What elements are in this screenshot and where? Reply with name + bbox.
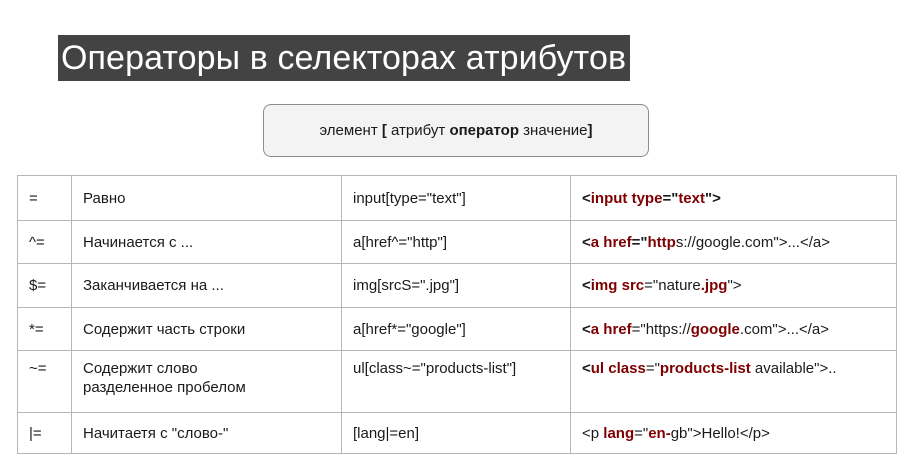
operator-cell: ^= — [17, 220, 72, 264]
table-row: $= Заканчивается на ... img[srcS=".jpg"]… — [17, 263, 897, 308]
table-row: = Равно input[type="text"] <input type="… — [17, 175, 897, 221]
html-token: < — [582, 233, 591, 251]
html-example-cell: <a href="https://google.com">...</a> — [570, 307, 897, 351]
html-example-cell: <a href="https://google.com">...</a> — [570, 220, 897, 264]
table-row: |= Начитаетя с "слово-" [lang|=en] <p la… — [17, 412, 897, 454]
operator-cell: *= — [17, 307, 72, 351]
table-row: *= Содержит часть строки a[href*="google… — [17, 307, 897, 351]
operators-table: = Равно input[type="text"] <input type="… — [17, 175, 897, 454]
html-token: ="https:// — [631, 320, 691, 338]
html-token: =" — [645, 360, 660, 377]
html-token: ul — [590, 360, 605, 377]
html-token: href — [603, 320, 632, 338]
table-row: ^= Начинается с ... a[href^="http"] <a h… — [17, 220, 897, 264]
selector-cell: a[href*="google"] — [341, 307, 571, 351]
description-cell: Содержит часть строки — [71, 307, 342, 351]
html-example-cell: <p lang="en-gb">Hello!</p> — [570, 412, 897, 454]
html-token: < — [582, 189, 591, 207]
html-token: a — [590, 320, 600, 338]
description-cell: Начинается с ... — [71, 220, 342, 264]
html-token: available">.. — [750, 360, 837, 377]
html-token: s://google.com">...</a> — [675, 233, 830, 251]
operator-cell: $= — [17, 263, 72, 308]
syntax-formula-box: элемент [ атрибут оператор значение] — [263, 104, 649, 157]
html-token: =" — [634, 424, 649, 442]
page-title: Операторы в селекторах атрибутов — [58, 35, 631, 81]
formula-attribute: атрибут — [386, 122, 450, 139]
description-cell: Заканчивается на ... — [71, 263, 342, 308]
html-token: < — [582, 277, 591, 294]
selector-cell: ul[class~="products-list"] — [341, 350, 571, 413]
selector-cell: a[href^="http"] — [341, 220, 571, 264]
html-token: =" — [631, 233, 648, 251]
html-token: http — [647, 233, 676, 251]
html-token: img — [590, 277, 618, 294]
html-token: src — [621, 277, 645, 294]
html-token: input — [590, 189, 628, 207]
html-token: .com">...</a> — [739, 320, 830, 338]
operator-cell: |= — [17, 412, 72, 454]
html-token: a — [590, 233, 600, 251]
html-token: products-list — [659, 360, 751, 377]
description-cell: Содержит слово разделенное пробелом — [71, 350, 342, 413]
formula-operator: оператор — [449, 122, 519, 139]
html-token: .jpg — [700, 277, 728, 294]
selector-cell: [lang|=en] — [341, 412, 571, 454]
operator-cell: ~= — [17, 350, 72, 413]
html-token: < — [582, 360, 591, 377]
html-token: en- — [648, 424, 671, 442]
html-token: "> — [727, 277, 742, 294]
table-row: ~= Содержит слово разделенное пробелом u… — [17, 350, 897, 413]
html-example-cell: <img src="nature.jpg"> — [570, 263, 897, 308]
html-token: < — [582, 320, 591, 338]
html-token: href — [603, 233, 632, 251]
html-token: type — [631, 189, 663, 207]
selector-cell: input[type="text"] — [341, 175, 571, 221]
html-example-cell: <ul class="products-list available">.. — [570, 350, 897, 413]
formula-element: элемент — [319, 122, 382, 139]
html-token: google — [690, 320, 740, 338]
selector-cell: img[srcS=".jpg"] — [341, 263, 571, 308]
html-example-cell: <input type="text"> — [570, 175, 897, 221]
formula-value: значение — [519, 122, 588, 139]
html-token: lang — [603, 424, 635, 442]
html-token: ="nature — [644, 277, 701, 294]
html-token: "> — [705, 189, 721, 207]
description-cell: Равно — [71, 175, 342, 221]
html-token: class — [608, 360, 646, 377]
formula-bracket-close: ] — [587, 122, 593, 139]
html-token: gb">Hello!</p> — [670, 424, 770, 442]
html-token: <p — [582, 424, 604, 442]
operator-cell: = — [17, 175, 72, 221]
description-cell: Начитаетя с "слово-" — [71, 412, 342, 454]
html-token: text — [678, 189, 705, 207]
html-token: =" — [662, 189, 679, 207]
